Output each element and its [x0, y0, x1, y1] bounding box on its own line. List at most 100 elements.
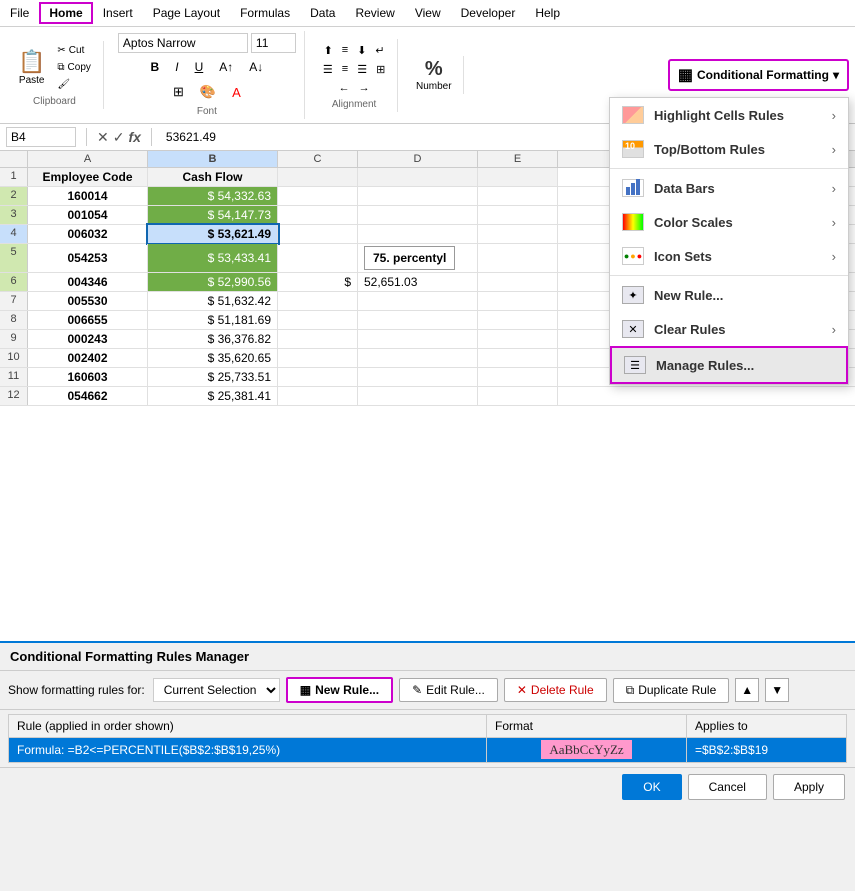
increase-font-button[interactable]: A↑	[212, 56, 240, 78]
insert-function-icon[interactable]: fx	[128, 129, 140, 146]
cell-a10[interactable]: 002402	[28, 349, 148, 367]
cell-a4[interactable]: 006032	[28, 225, 148, 243]
cell-a3[interactable]: 001054	[28, 206, 148, 224]
cell-d10[interactable]	[358, 349, 478, 367]
align-top-button[interactable]: ⬆	[320, 41, 337, 60]
wrap-text-button[interactable]: ↵	[371, 41, 388, 60]
list-item[interactable]: Formula: =B2<=PERCENTILE($B$2:$B$19,25%)…	[9, 738, 847, 763]
cell-b5[interactable]: $ 53,433.41	[148, 244, 278, 272]
border-button[interactable]: ⊞	[166, 80, 191, 104]
cell-b4[interactable]: $ 53,621.49	[148, 225, 278, 243]
font-name-input[interactable]	[118, 33, 248, 53]
align-center-button[interactable]: ≡	[338, 60, 352, 79]
align-bottom-button[interactable]: ⬇	[353, 41, 370, 60]
cell-b9[interactable]: $ 36,376.82	[148, 330, 278, 348]
data-bars-item[interactable]: Data Bars ›	[610, 171, 848, 205]
cell-a1[interactable]: Employee Code	[28, 168, 148, 186]
cell-b11[interactable]: $ 25,733.51	[148, 368, 278, 386]
cell-b3[interactable]: $ 54,147.73	[148, 206, 278, 224]
highlight-cells-rules-item[interactable]: Highlight Cells Rules ›	[610, 98, 848, 132]
menu-page-layout[interactable]: Page Layout	[143, 2, 230, 24]
duplicate-rule-button[interactable]: ⧉ Duplicate Rule	[613, 678, 730, 703]
cell-d5[interactable]: 75. percentyl	[358, 244, 478, 272]
cell-d3[interactable]	[358, 206, 478, 224]
paste-button[interactable]: 📋 Paste	[14, 47, 49, 88]
edit-rule-button[interactable]: ✎ Edit Rule...	[399, 678, 498, 702]
menu-developer[interactable]: Developer	[451, 2, 526, 24]
new-rule-item[interactable]: ✦ New Rule...	[610, 278, 848, 312]
cell-a5[interactable]: 054253	[28, 244, 148, 272]
cell-c9[interactable]	[278, 330, 358, 348]
color-scales-item[interactable]: Color Scales ›	[610, 205, 848, 239]
cell-e7[interactable]	[478, 292, 558, 310]
cell-d6[interactable]: 52,651.03	[358, 273, 478, 291]
cell-c10[interactable]	[278, 349, 358, 367]
cancel-formula-icon[interactable]: ✕	[97, 129, 109, 146]
cell-c11[interactable]	[278, 368, 358, 386]
cell-c6[interactable]: $	[278, 273, 358, 291]
icon-sets-item[interactable]: ● ● ● Icon Sets ›	[610, 239, 848, 273]
menu-view[interactable]: View	[405, 2, 451, 24]
cell-a11[interactable]: 160603	[28, 368, 148, 386]
font-size-input[interactable]	[251, 33, 296, 53]
cell-e3[interactable]	[478, 206, 558, 224]
col-header-c[interactable]: C	[278, 151, 358, 167]
indent-decrease-button[interactable]: ←	[335, 79, 354, 97]
cell-c3[interactable]	[278, 206, 358, 224]
cell-c5[interactable]	[278, 244, 358, 272]
cell-e2[interactable]	[478, 187, 558, 205]
menu-help[interactable]: Help	[525, 2, 570, 24]
cut-button[interactable]: ✂Cut	[53, 43, 95, 58]
cell-c4[interactable]	[278, 225, 358, 243]
copy-button[interactable]: ⧉Copy	[53, 60, 95, 75]
apply-button[interactable]: Apply	[773, 774, 845, 800]
menu-home[interactable]: Home	[39, 2, 92, 24]
menu-formulas[interactable]: Formulas	[230, 2, 300, 24]
cell-c12[interactable]	[278, 387, 358, 405]
cell-d7[interactable]	[358, 292, 478, 310]
align-right-button[interactable]: ☰	[353, 60, 371, 79]
move-up-button[interactable]: ▲	[735, 678, 759, 702]
menu-insert[interactable]: Insert	[93, 2, 143, 24]
italic-button[interactable]: I	[168, 56, 185, 78]
col-header-d[interactable]: D	[358, 151, 478, 167]
cell-reference-input[interactable]	[6, 127, 76, 147]
cell-a12[interactable]: 054662	[28, 387, 148, 405]
confirm-formula-icon[interactable]: ✓	[113, 129, 125, 146]
cell-e5[interactable]	[478, 244, 558, 272]
cell-d8[interactable]	[358, 311, 478, 329]
cell-d12[interactable]	[358, 387, 478, 405]
cell-d4[interactable]	[358, 225, 478, 243]
col-header-a[interactable]: A	[28, 151, 148, 167]
show-for-select[interactable]: Current Selection	[153, 678, 280, 702]
cancel-button[interactable]: Cancel	[688, 774, 767, 800]
cell-b2[interactable]: $ 54,332.63	[148, 187, 278, 205]
cell-d2[interactable]	[358, 187, 478, 205]
align-middle-button[interactable]: ≡	[338, 41, 352, 60]
cell-d9[interactable]	[358, 330, 478, 348]
align-left-button[interactable]: ☰	[319, 60, 337, 79]
move-down-button[interactable]: ▼	[765, 678, 789, 702]
cell-b12[interactable]: $ 25,381.41	[148, 387, 278, 405]
cell-e12[interactable]	[478, 387, 558, 405]
cell-d11[interactable]	[358, 368, 478, 386]
cell-a6[interactable]: 004346	[28, 273, 148, 291]
cell-b10[interactable]: $ 35,620.65	[148, 349, 278, 367]
indent-increase-button[interactable]: →	[355, 79, 374, 97]
col-header-e[interactable]: E	[478, 151, 558, 167]
ok-button[interactable]: OK	[622, 774, 681, 800]
underline-button[interactable]: U	[188, 56, 211, 78]
cell-e10[interactable]	[478, 349, 558, 367]
cell-e9[interactable]	[478, 330, 558, 348]
cell-e6[interactable]	[478, 273, 558, 291]
format-painter-button[interactable]: 🖌	[53, 77, 95, 92]
cell-b1[interactable]: Cash Flow	[148, 168, 278, 186]
cell-b8[interactable]: $ 51,181.69	[148, 311, 278, 329]
col-header-b[interactable]: B	[148, 151, 278, 167]
cell-e11[interactable]	[478, 368, 558, 386]
cell-c8[interactable]	[278, 311, 358, 329]
merge-cells-button[interactable]: ⊞	[372, 60, 389, 79]
cell-a8[interactable]: 006655	[28, 311, 148, 329]
cell-e8[interactable]	[478, 311, 558, 329]
cell-a2[interactable]: 160014	[28, 187, 148, 205]
